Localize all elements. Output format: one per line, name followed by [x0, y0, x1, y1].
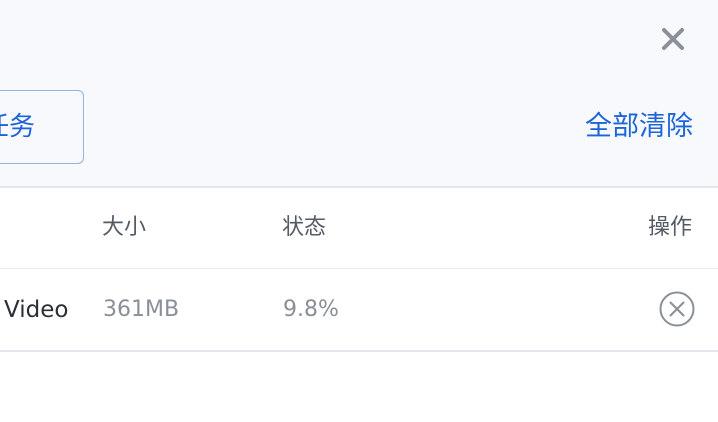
table-row: Video 361MB 9.8% — [0, 269, 718, 352]
row-status: 9.8% — [283, 297, 339, 322]
cancel-circle-icon[interactable] — [658, 290, 696, 328]
column-header-size: 大小 — [102, 215, 147, 240]
row-file-size: 361MB — [103, 297, 180, 322]
row-file-name: Video — [4, 297, 69, 323]
close-icon[interactable] — [660, 26, 686, 52]
table-header: 大小 状态 操作 — [0, 188, 718, 269]
column-header-action: 操作 — [647, 215, 692, 240]
panel-header: 任务 全部清除 — [0, 0, 718, 188]
task-button[interactable]: 任务 — [0, 90, 84, 164]
clear-all-link[interactable]: 全部清除 — [585, 108, 693, 146]
column-header-status: 状态 — [282, 215, 327, 240]
